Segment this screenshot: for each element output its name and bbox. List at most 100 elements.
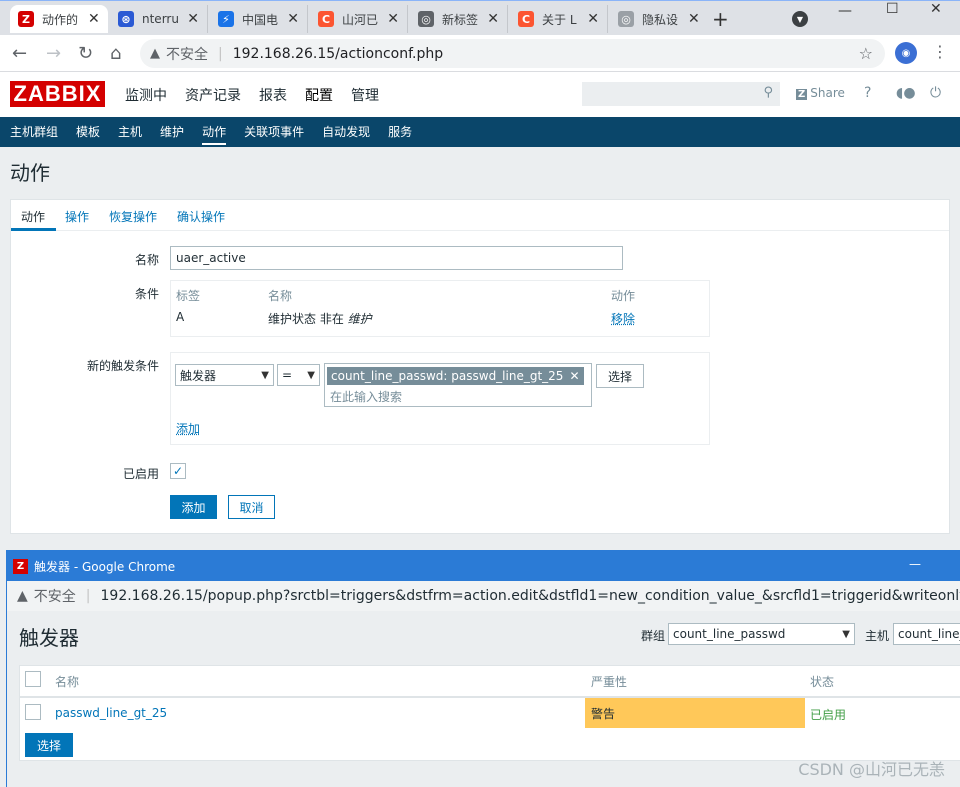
tab-title: 山河已 — [342, 12, 379, 27]
browser-tab-1[interactable]: ⊛ nterru ✕ — [110, 5, 208, 33]
menu-inventory[interactable]: 资产记录 — [185, 85, 241, 105]
back-arrow-icon[interactable]: ← — [12, 43, 27, 64]
trigger-multiselect[interactable]: count_line_passwd: passwd_line_gt_25 ✕ 在… — [324, 363, 592, 407]
logout-icon[interactable]: ⏻ — [930, 85, 941, 101]
menu-reports[interactable]: 报表 — [259, 85, 287, 105]
window-close-icon[interactable]: ✕ — [930, 1, 942, 17]
row-checkbox[interactable] — [25, 704, 41, 720]
subnav-actions[interactable]: 动作 — [202, 117, 227, 147]
warning-triangle-icon[interactable]: ▲ — [150, 46, 160, 61]
user-profile-icon[interactable]: ◖● — [896, 85, 916, 101]
global-search-input[interactable]: ⚲ — [582, 82, 780, 106]
condition-type-value: 触发器 — [180, 368, 217, 383]
menu-administration[interactable]: 管理 — [351, 85, 379, 105]
share-link[interactable]: Z Share — [796, 86, 845, 100]
operator-select[interactable]: = ▼ — [277, 364, 320, 386]
header-status: 状态 — [810, 675, 835, 689]
add-condition-link[interactable]: 添加 — [176, 420, 200, 437]
tab-title: 隐私设 — [642, 12, 679, 27]
window-minimize-icon[interactable]: — — [838, 3, 852, 19]
tab-close-icon[interactable]: ✕ — [387, 11, 399, 27]
subnav-hosts[interactable]: 主机 — [118, 117, 142, 147]
popup-title-bar: Z 触发器 - Google Chrome — — [7, 551, 960, 581]
condition-type-select[interactable]: 触发器 ▼ — [175, 364, 274, 386]
subnav-discovery[interactable]: 自动发现 — [322, 117, 370, 147]
bookmark-star-icon[interactable]: ☆ — [859, 44, 873, 63]
popup-title: 触发器 - Google Chrome — [34, 559, 176, 574]
tab-close-icon[interactable]: ✕ — [487, 11, 499, 27]
browser-tab-5[interactable]: C 关于 L ✕ — [510, 5, 608, 33]
host-value: count_line_ — [898, 627, 960, 641]
tab-title: nterru — [142, 12, 179, 26]
watermark: CSDN @山河已无恙 — [798, 760, 945, 779]
name-input[interactable]: uaer_active — [170, 246, 623, 270]
csdn-favicon-icon: C — [318, 11, 334, 27]
browser-toolbar: ← → ↻ ⌂ ▲ 不安全 | 192.168.26.15/actionconf… — [0, 35, 960, 72]
select-all-checkbox[interactable] — [25, 671, 41, 687]
menu-monitoring[interactable]: 监测中 — [125, 85, 167, 105]
zabbix-logo[interactable]: ZABBIX — [10, 81, 105, 107]
tab-ack-operations[interactable]: 确认操作 — [177, 208, 225, 225]
help-icon[interactable]: ? — [864, 85, 871, 101]
trigger-name-link[interactable]: passwd_line_gt_25 — [55, 706, 167, 720]
trigger-list-table: 名称 严重性 状态 passwd_line_gt_25 警告 已启用 选择 — [19, 665, 960, 761]
new-tab-plus-icon[interactable]: + — [712, 7, 729, 31]
browser-menu-icon[interactable]: ⋮ — [932, 42, 948, 61]
trigger-popup-window: Z 触发器 - Google Chrome — ▲ 不安全 | 192.168.… — [6, 550, 960, 787]
cond-row-tag: A — [176, 310, 185, 324]
tab-close-icon[interactable]: ✕ — [688, 11, 700, 27]
enabled-checkbox[interactable]: ✓ — [170, 463, 186, 479]
home-icon[interactable]: ⌂ — [110, 43, 121, 64]
subnav-services[interactable]: 服务 — [388, 117, 412, 147]
address-bar[interactable]: ▲ 不安全 | 192.168.26.15/actionconf.php ☆ — [140, 39, 885, 68]
tab-close-icon[interactable]: ✕ — [587, 11, 599, 27]
browser-tab-0[interactable]: Z 动作的 ✕ — [10, 5, 108, 33]
tab-title: 中国电 — [242, 12, 279, 27]
add-button[interactable]: 添加 — [170, 495, 217, 519]
browser-tab-2[interactable]: ⚡ 中国电 ✕ — [210, 5, 308, 33]
divider: | — [85, 588, 91, 604]
reload-icon[interactable]: ↻ — [78, 43, 93, 64]
popup-address-bar[interactable]: ▲ 不安全 | 192.168.26.15/popup.php?srctbl=t… — [7, 581, 960, 611]
severity-badge: 警告 — [585, 698, 805, 728]
zabbix-favicon-icon: Z — [13, 558, 28, 574]
subnav-maintenance[interactable]: 维护 — [160, 117, 184, 147]
tab-action[interactable]: 动作 — [21, 208, 45, 225]
subnav-host-groups[interactable]: 主机群组 — [10, 117, 58, 147]
tab-close-icon[interactable]: ✕ — [287, 11, 299, 27]
selected-trigger-chip: count_line_passwd: passwd_line_gt_25 ✕ — [327, 367, 584, 385]
tab-recovery-operations[interactable]: 恢复操作 — [109, 208, 157, 225]
forward-arrow-icon[interactable]: → — [46, 43, 61, 64]
browser-tab-3[interactable]: C 山河已 ✕ — [310, 5, 408, 33]
chip-label: count_line_passwd: passwd_line_gt_25 — [331, 369, 564, 383]
profile-avatar-icon[interactable]: ◉ — [895, 42, 917, 64]
popup-select-button[interactable]: 选择 — [25, 733, 73, 757]
cancel-button[interactable]: 取消 — [228, 495, 275, 519]
menu-configuration[interactable]: 配置 — [305, 85, 333, 105]
subnav-event-correlation[interactable]: 关联项事件 — [244, 117, 304, 147]
header-name: 名称 — [55, 675, 80, 689]
browser-tab-bar: Z 动作的 ✕ ⊛ nterru ✕ ⚡ 中国电 ✕ C 山河已 ✕ ◎ 新标签… — [0, 0, 960, 35]
popup-minimize-icon[interactable]: — — [909, 557, 921, 571]
warning-triangle-icon[interactable]: ▲ — [17, 588, 28, 604]
chip-remove-icon[interactable]: ✕ — [569, 369, 579, 383]
tab-close-icon[interactable]: ✕ — [187, 11, 199, 27]
window-maximize-icon[interactable]: ☐ — [886, 1, 899, 17]
share-label: Share — [810, 86, 845, 100]
group-select[interactable]: count_line_passwd ▼ — [668, 623, 855, 645]
subnav-templates[interactable]: 模板 — [76, 117, 100, 147]
conditions-label: 条件 — [134, 287, 159, 301]
host-label: 主机 — [865, 629, 890, 643]
host-select[interactable]: count_line_ — [893, 623, 960, 645]
select-trigger-button[interactable]: 选择 — [596, 364, 644, 388]
browser-tab-6[interactable]: ◎ 隐私设 ✕ — [610, 5, 708, 33]
tab-close-icon[interactable]: ✕ — [88, 11, 100, 27]
tab-operations[interactable]: 操作 — [65, 208, 89, 225]
url-text: 192.168.26.15/actionconf.php — [232, 45, 444, 62]
tab-search-dropdown-icon[interactable]: ▼ — [792, 11, 808, 27]
chevron-down-icon: ▼ — [261, 369, 269, 381]
search-icon[interactable]: ⚲ — [763, 85, 773, 100]
multiselect-search-input[interactable]: 在此输入搜索 — [330, 388, 402, 405]
cond-remove-link[interactable]: 移除 — [611, 310, 635, 327]
browser-tab-4[interactable]: ◎ 新标签 ✕ — [410, 5, 508, 33]
